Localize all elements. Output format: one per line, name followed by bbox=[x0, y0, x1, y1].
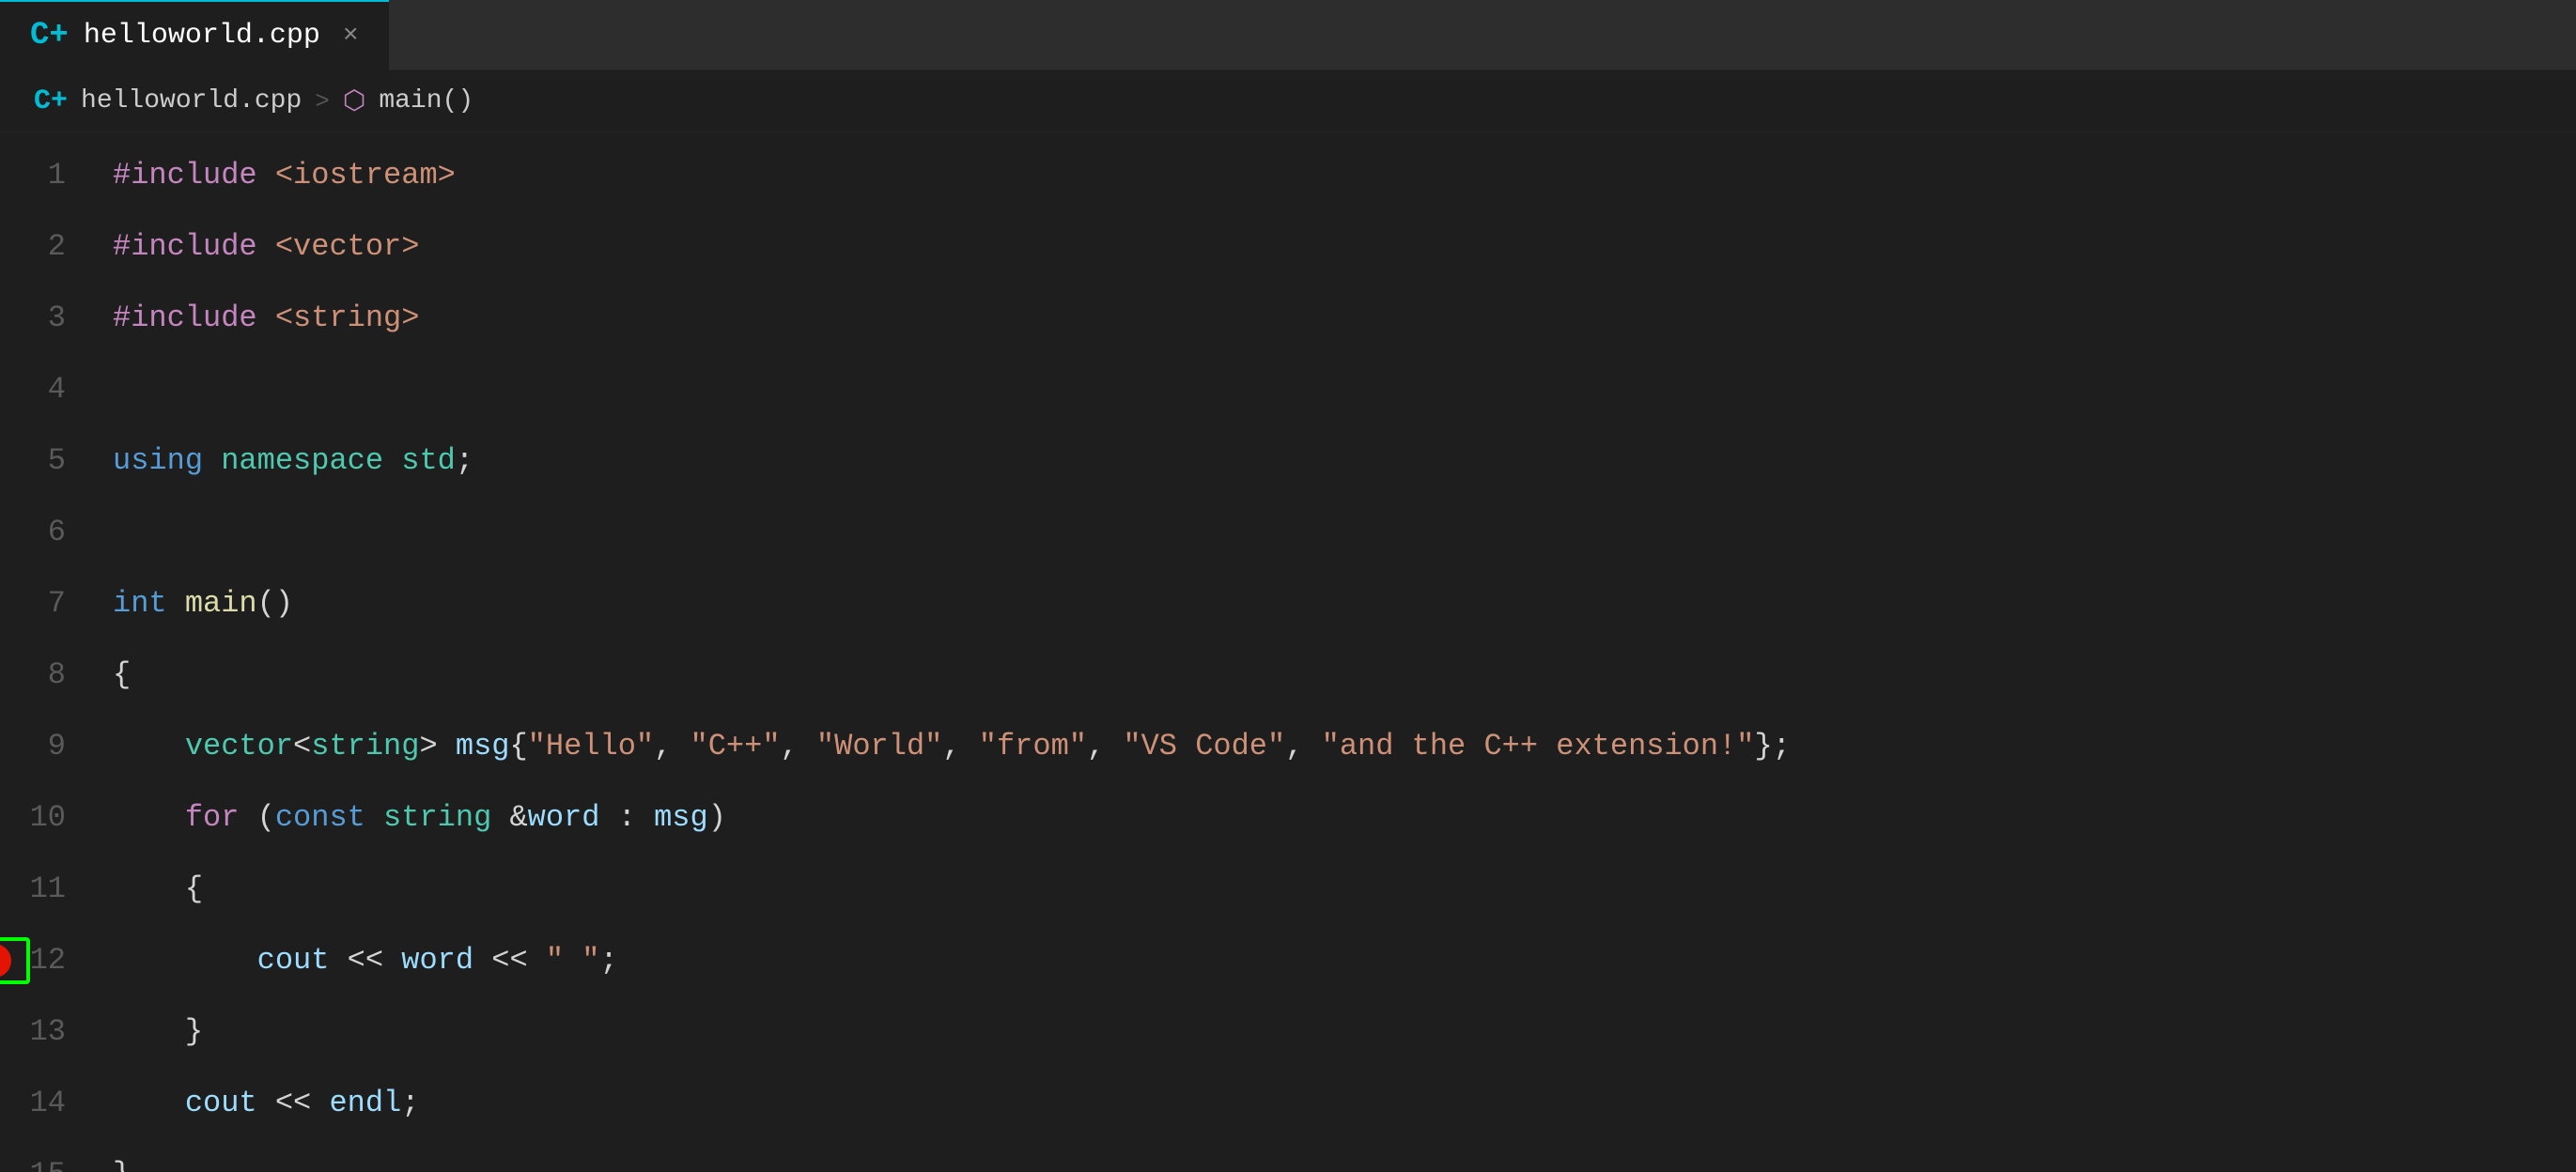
line-num-8: 8 bbox=[0, 640, 85, 711]
kw-cout-2: cout bbox=[185, 1068, 257, 1139]
line-num-13: 13 bbox=[0, 996, 85, 1068]
kw-for: for bbox=[185, 782, 240, 854]
breakpoint-border bbox=[0, 937, 30, 984]
hash-2: #include bbox=[113, 211, 257, 283]
kw-std: std bbox=[401, 425, 456, 497]
code-content[interactable]: #include <iostream> #include <vector> #i… bbox=[103, 132, 2576, 1172]
line-num-3: 3 bbox=[0, 283, 85, 354]
line-numbers: 1 2 3 4 5 6 7 8 9 10 11 12 13 14 15 bbox=[0, 132, 103, 1172]
code-line-7: int main() bbox=[103, 568, 2576, 640]
line-num-4: 4 bbox=[0, 354, 85, 425]
kw-vector: vector bbox=[185, 711, 293, 782]
header-1: <iostream> bbox=[275, 140, 456, 211]
header-2: <vector> bbox=[275, 211, 420, 283]
kw-int: int bbox=[113, 568, 167, 640]
kw-string-for: string bbox=[383, 782, 491, 854]
line-num-2: 2 bbox=[0, 211, 85, 283]
line-num-7: 7 bbox=[0, 568, 85, 640]
hash-3: #include bbox=[113, 283, 257, 354]
header-3: <string> bbox=[275, 283, 420, 354]
kw-namespace: namespace bbox=[221, 425, 383, 497]
line-num-6: 6 bbox=[0, 497, 85, 568]
tab-filename: helloworld.cpp bbox=[84, 20, 320, 52]
line-num-1: 1 bbox=[0, 140, 85, 211]
kw-string-type: string bbox=[311, 711, 419, 782]
hash-1: #include bbox=[113, 140, 257, 211]
kw-main: main bbox=[185, 568, 257, 640]
editor-container: C+ helloworld.cpp × C+ helloworld.cpp > … bbox=[0, 0, 2576, 1172]
code-line-13: } bbox=[103, 996, 2576, 1068]
code-line-2: #include <vector> bbox=[103, 211, 2576, 283]
kw-endl: endl bbox=[329, 1068, 401, 1139]
line-num-12[interactable]: 12 bbox=[0, 925, 85, 996]
kw-const: const bbox=[275, 782, 365, 854]
code-line-5: using namespace std; bbox=[103, 425, 2576, 497]
breadcrumb-file[interactable]: helloworld.cpp bbox=[81, 86, 302, 116]
var-msg: msg bbox=[456, 711, 510, 782]
breadcrumb-func-name[interactable]: main() bbox=[379, 86, 473, 116]
code-line-11: { bbox=[103, 854, 2576, 925]
var-word: word bbox=[528, 782, 600, 854]
tab-bar: C+ helloworld.cpp × bbox=[0, 0, 2576, 70]
code-line-8: { bbox=[103, 640, 2576, 711]
line-num-10: 10 bbox=[0, 782, 85, 854]
breadcrumb-bar: C+ helloworld.cpp > ⬡ main() bbox=[0, 70, 2576, 132]
kw-cout-1: cout bbox=[257, 925, 330, 996]
cpp-tab-icon: C+ bbox=[30, 18, 69, 54]
line-num-5: 5 bbox=[0, 425, 85, 497]
code-line-4 bbox=[103, 354, 2576, 425]
code-line-15: } bbox=[103, 1139, 2576, 1172]
active-tab[interactable]: C+ helloworld.cpp × bbox=[0, 0, 389, 70]
code-line-3: #include <string> bbox=[103, 283, 2576, 354]
code-area: 1 2 3 4 5 6 7 8 9 10 11 12 13 14 15 #in bbox=[0, 132, 2576, 1172]
line-num-14: 14 bbox=[0, 1068, 85, 1139]
line-num-9: 9 bbox=[0, 711, 85, 782]
tab-close-button[interactable]: × bbox=[343, 22, 359, 51]
breadcrumb-separator: > bbox=[315, 87, 330, 116]
code-line-9: vector<string> msg{"Hello", "C++", "Worl… bbox=[103, 711, 2576, 782]
var-word-ref: word bbox=[401, 925, 473, 996]
line-num-15: 15 bbox=[0, 1139, 85, 1172]
code-line-14: cout << endl; bbox=[103, 1068, 2576, 1139]
code-line-1: #include <iostream> bbox=[103, 140, 2576, 211]
breakpoint-dot bbox=[0, 944, 11, 978]
code-line-10: for (const string &word : msg) bbox=[103, 782, 2576, 854]
kw-using: using bbox=[113, 425, 203, 497]
line-num-11: 11 bbox=[0, 854, 85, 925]
breadcrumb-cpp-icon: C+ bbox=[34, 85, 68, 117]
code-line-6 bbox=[103, 497, 2576, 568]
var-msg-ref: msg bbox=[654, 782, 708, 854]
code-line-12: cout << word << " "; bbox=[103, 925, 2576, 996]
breadcrumb-func-icon: ⬡ bbox=[343, 85, 365, 117]
